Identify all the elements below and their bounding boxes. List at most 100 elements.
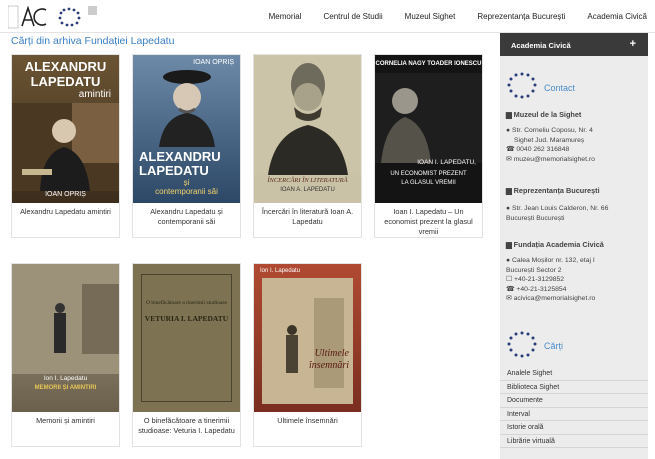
book-cover[interactable]: O binefăcătoare a tinerimii studioase VE…	[133, 264, 240, 412]
org-address: ● Str. Jean Louis Calderon, Nr. 66 Bucur…	[506, 204, 646, 223]
map-pin-icon: ●	[506, 205, 511, 212]
cover-line: și	[183, 178, 190, 187]
contact-heading: Contact	[544, 83, 576, 93]
org-name: Fundația Academia Civică	[513, 240, 604, 249]
sidebar-tab-academia-civica[interactable]: Academia Civică +	[500, 33, 648, 56]
cover-line: UN ECONOMIST PREZENT	[390, 171, 467, 177]
nav-centrul-de-studii[interactable]: Centrul de Studii	[324, 12, 383, 21]
link-biblioteca-sighet[interactable]: Biblioteca Sighet	[500, 381, 648, 394]
address-line: Sighet Jud. Maramureș	[514, 136, 585, 144]
book-card[interactable]: Ion I. Lapedatu MEMORII ȘI AMINTIRI Memo…	[11, 263, 120, 447]
building-icon: ▆	[506, 240, 512, 249]
cover-line: ÎNCERCĂRI ÎN LITERATURĂ	[267, 177, 348, 184]
portrait-illustration	[12, 103, 119, 191]
book-title[interactable]: Memorii și amintiri	[15, 416, 116, 426]
cover-line: amintiri	[78, 89, 111, 100]
cover-line: IOAN I. LAPEDATU,	[417, 159, 476, 166]
book-card[interactable]: ALEXANDRU LAPEDATU amintiri IOAN OPRIȘ A…	[11, 54, 120, 238]
org-name: Muzeul de la Sighet	[513, 110, 582, 119]
cover-author: IOAN OPRIȘ	[45, 191, 86, 198]
photo-illustration	[12, 264, 119, 374]
email-line[interactable]: acivica@memorialsighet.ro	[514, 295, 596, 302]
cover-line: LAPEDATU	[139, 163, 209, 178]
book-cover[interactable]: Ion I. Lapedatu Ultimele însemnări	[254, 264, 361, 412]
nav-muzeul-sighet[interactable]: Muzeul Sighet	[405, 12, 456, 21]
cover-line: IOAN A. LAPEDATU	[280, 187, 335, 193]
org-address: ● Str. Corneliu Coposu, Nr. 4 Sighet Jud…	[506, 126, 646, 164]
book-cover[interactable]: Ion I. Lapedatu MEMORII ȘI AMINTIRI	[12, 264, 119, 412]
book-title[interactable]: Ioan I. Lapedatu – Un economist prezent …	[378, 207, 479, 237]
building-icon: ▆	[506, 186, 512, 195]
phone-icon: ☐	[506, 276, 513, 283]
link-librarie-virtuala[interactable]: Librărie virtuală	[500, 435, 648, 448]
cover-line: ALEXANDRU	[24, 59, 107, 74]
address-line: Calea Moșilor nr. 132, etaj I	[512, 257, 595, 264]
book-card[interactable]: ÎNCERCĂRI ÎN LITERATURĂ IOAN A. LAPEDATU…	[253, 54, 362, 238]
cover-frame	[141, 274, 232, 402]
nav-memorial[interactable]: Memorial	[269, 12, 302, 21]
address-line: București București	[506, 214, 565, 222]
book-card[interactable]: Ion I. Lapedatu Ultimele însemnări Ultim…	[253, 263, 362, 447]
cover-line: LAPEDATU	[30, 74, 101, 89]
cover-authors: CORNELIA NAGY TOADER IONESCU	[375, 61, 482, 67]
site-logo[interactable]	[8, 4, 98, 30]
book-title[interactable]: Încercări în literatură Ioan A. Lapedatu	[257, 207, 358, 227]
main-nav: Memorial Centrul de Studii Muzeul Sighet…	[247, 0, 647, 33]
cover-line: O binefăcătoare a tinerimii studioase	[146, 300, 227, 306]
cover-line: VETURIA I. LAPEDATU	[144, 314, 229, 323]
book-card[interactable]: CORNELIA NAGY TOADER IONESCU IOAN I. LAP…	[374, 54, 483, 238]
book-title[interactable]: Alexandru Lapedatu și contemporanii săi	[136, 207, 237, 227]
book-card[interactable]: O binefăcătoare a tinerimii studioase VE…	[132, 263, 241, 447]
cover-line: MEMORII ȘI AMINTIRI	[34, 385, 97, 391]
photo-illustration	[262, 278, 353, 404]
plus-icon[interactable]: +	[630, 38, 636, 50]
book-title[interactable]: Ultimele însemnări	[257, 416, 358, 426]
nav-reprezentanta-bucuresti[interactable]: Reprezentanța București	[477, 12, 565, 21]
address-line: București Sector 2	[506, 266, 562, 274]
phone-line[interactable]: +40-21-3129852	[514, 276, 564, 283]
book-cover[interactable]: ALEXANDRU LAPEDATU amintiri IOAN OPRIȘ	[12, 55, 119, 203]
contact-ring-icon	[507, 72, 537, 99]
link-interval[interactable]: Interval	[500, 408, 648, 421]
books-link-list: Analele Sighet Biblioteca Sighet Documen…	[500, 367, 648, 448]
book-title[interactable]: Alexandru Lapedatu amintiri	[15, 207, 116, 217]
portrait-illustration	[254, 55, 361, 175]
phone-icon: ☎	[506, 285, 515, 293]
link-documente[interactable]: Documente	[500, 394, 648, 408]
org-reprezentanta: ▆ Reprezentanța București	[506, 186, 600, 195]
building-icon: ▆	[506, 110, 512, 119]
cover-line: ALEXANDRU	[139, 149, 221, 164]
phone-line[interactable]: +40-21-3125854	[516, 286, 566, 293]
cover-author: Ion I. Lapedatu	[260, 268, 301, 274]
book-title[interactable]: O binefăcătoare a tinerimii studioase: V…	[136, 416, 237, 436]
cover-author: IOAN OPRIȘ	[193, 59, 234, 66]
cover-line: însemnări	[309, 360, 349, 371]
cover-line: Ion I. Lapedatu	[43, 375, 88, 382]
org-name: Reprezentanța București	[513, 186, 600, 195]
email-icon: ✉	[506, 155, 512, 163]
link-analele-sighet[interactable]: Analele Sighet	[500, 367, 648, 381]
top-bar: Memorial Centrul de Studii Muzeul Sighet…	[0, 0, 655, 33]
address-line: Str. Jean Louis Calderon, Nr. 66	[512, 205, 609, 212]
book-cover[interactable]: IOAN OPRIȘ ALEXANDRU LAPEDATU și contemp…	[133, 55, 240, 203]
phone-icon: ☎	[506, 146, 515, 153]
sidebar: Academia Civică + Contact ▆ Muzeul de la…	[500, 33, 648, 459]
book-card[interactable]: IOAN OPRIȘ ALEXANDRU LAPEDATU și contemp…	[132, 54, 241, 238]
cover-line: LA GLASUL VREMII	[401, 180, 456, 186]
books-ring-icon	[507, 331, 537, 358]
cover-line: Ultimele	[314, 348, 349, 359]
org-muzeul-sighet: ▆ Muzeul de la Sighet	[506, 110, 581, 119]
map-pin-icon: ●	[506, 127, 511, 134]
nav-academia-civica[interactable]: Academia Civică	[587, 12, 647, 21]
link-istorie-orala[interactable]: Istorie orală	[500, 421, 648, 435]
books-heading: Cărți	[544, 341, 564, 351]
book-cover[interactable]: CORNELIA NAGY TOADER IONESCU IOAN I. LAP…	[375, 55, 482, 203]
email-line[interactable]: muzeu@memorialsighet.ro	[514, 156, 595, 163]
phone-line[interactable]: 0040 262 316848	[516, 146, 569, 153]
email-icon: ✉	[506, 295, 512, 302]
sidebar-tab-label: Academia Civică	[511, 41, 571, 50]
portrait-illustration	[159, 70, 215, 147]
book-cover[interactable]: ÎNCERCĂRI ÎN LITERATURĂ IOAN A. LAPEDATU	[254, 55, 361, 203]
map-pin-icon: ●	[506, 257, 511, 264]
org-address: ● Calea Moșilor nr. 132, etaj I Bucureșt…	[506, 256, 646, 304]
